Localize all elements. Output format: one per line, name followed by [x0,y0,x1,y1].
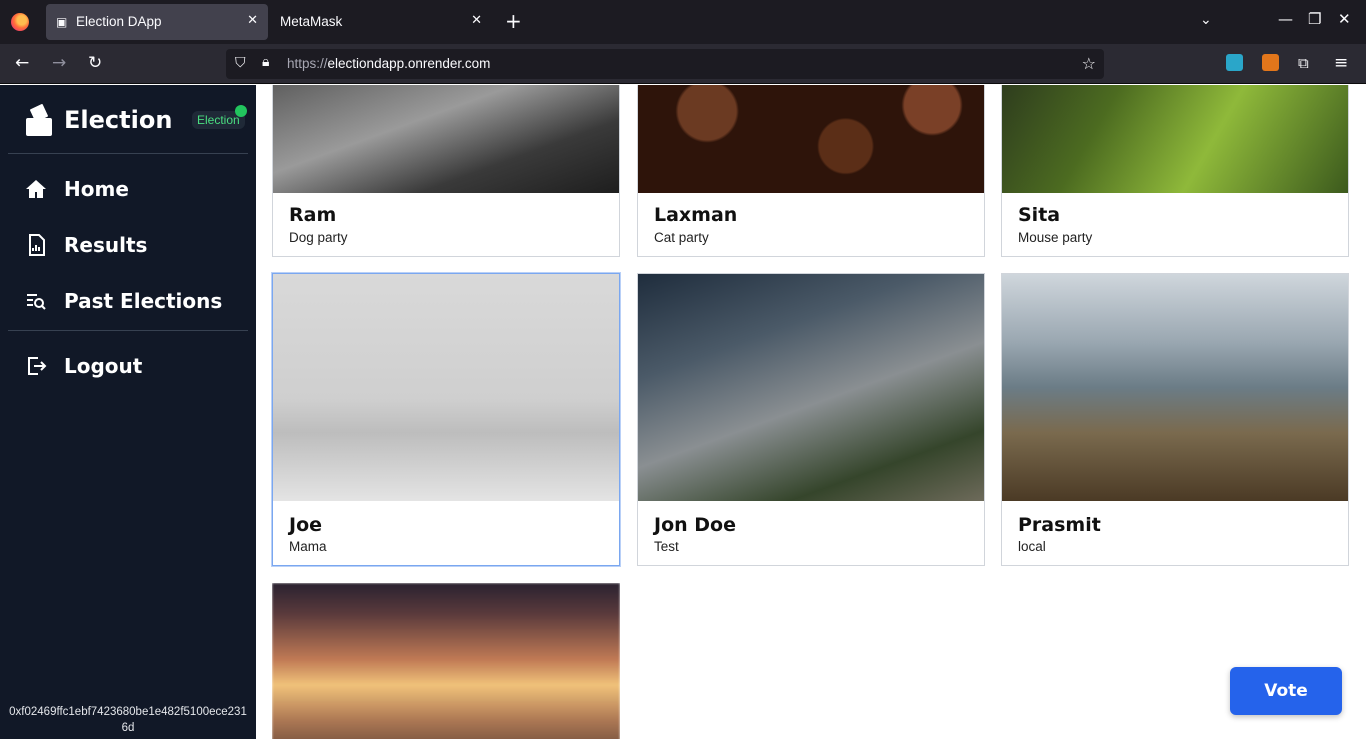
divider [8,153,248,154]
candidate-card[interactable]: Sita Mouse party [1001,85,1349,257]
brand-name: Election [64,106,173,134]
candidate-card[interactable]: Laxman Cat party [637,85,985,257]
candidate-name: Prasmit [1018,514,1101,536]
sidebar-item-label: Home [64,177,129,201]
back-icon[interactable]: ← [15,53,29,73]
ballot-favicon-icon: ▣ [56,15,68,29]
forward-icon[interactable]: → [52,53,66,73]
home-icon [26,180,46,198]
chevron-down-icon[interactable]: ⌄ [1200,12,1212,28]
sidebar-item-past-elections[interactable]: Past Elections [24,286,222,316]
sidebar-item-home[interactable]: Home [24,174,129,204]
new-tab-icon[interactable]: + [505,10,522,32]
candidate-card[interactable]: Ram Dog party [272,85,620,257]
firefox-logo-icon [11,13,29,31]
sidebar: Election Election Home Results Past Elec… [0,85,256,739]
menu-icon[interactable]: ≡ [1334,53,1348,73]
restore-icon[interactable]: ❐ [1308,10,1321,28]
reload-icon[interactable]: ↻ [88,53,102,73]
candidate-image [273,85,619,193]
candidate-party: Cat party [654,230,709,245]
candidate-name: Ram [289,204,337,226]
url-text[interactable]: https://electiondapp.onrender.com [287,56,490,71]
shield-icon[interactable]: ⛉ [235,55,246,71]
candidate-card[interactable]: Prasmit local [1001,273,1349,566]
candidate-image [1002,274,1348,501]
candidates-grid: Ram Dog party Laxman Cat party Sita Mous… [256,85,1366,739]
candidate-party: Test [654,539,679,554]
ballot-box-icon [26,103,52,136]
candidate-image [1002,85,1348,193]
candidate-image [273,274,619,501]
chart-document-icon [29,234,45,256]
lock-icon[interactable]: 🔒︎ [262,54,269,70]
metamask-fox-icon[interactable] [1262,54,1279,71]
candidate-image [272,583,620,739]
candidate-name: Joe [289,514,323,536]
tab-election-dapp[interactable]: ▣ Election DApp ✕ [46,4,268,40]
tab-title: MetaMask [280,14,343,29]
candidate-name: Sita [1018,204,1061,226]
extensions-puzzle-icon[interactable]: ⧉ [1298,54,1309,72]
close-tab-icon[interactable]: ✕ [471,13,482,28]
bookmark-star-icon[interactable]: ☆ [1082,54,1096,73]
sidebar-item-label: Logout [64,354,143,378]
candidate-name: Laxman [654,204,738,226]
sidebar-item-results[interactable]: Results [24,230,147,260]
candidate-image [638,274,984,501]
candidate-party: Mama [289,539,327,554]
browser-tab-bar: ▣ Election DApp ✕ MetaMask ✕ + ⌄ — ❐ ✕ [0,0,1366,44]
logout-icon [28,357,47,375]
tab-title: Election DApp [76,14,162,29]
wallet-address: 0xf02469ffc1ebf7423680be1e482f5100ece231… [9,706,247,734]
candidate-card[interactable] [272,583,620,739]
candidate-name: Jon Doe [654,514,736,536]
search-list-icon [27,294,46,310]
sidebar-item-label: Results [64,233,148,257]
close-tab-icon[interactable]: ✕ [247,13,258,28]
brand-logo[interactable] [26,103,52,136]
url-bar[interactable]: ⛉ 🔒︎ https://electiondapp.onrender.com ☆ [226,49,1104,79]
candidate-party: Mouse party [1018,230,1093,245]
tab-metamask[interactable]: MetaMask ✕ [270,4,492,40]
minimize-icon[interactable]: — [1278,10,1293,28]
vote-button[interactable]: Vote [1230,667,1342,715]
save-extension-icon[interactable] [1226,54,1243,71]
close-window-icon[interactable]: ✕ [1338,10,1351,28]
divider [8,330,248,331]
sidebar-item-logout[interactable]: Logout [24,351,142,381]
sidebar-item-label: Past Elections [64,289,223,313]
candidate-card-selected[interactable]: Joe Mama [272,273,620,566]
candidate-party: Dog party [289,230,348,245]
candidate-image [638,85,984,193]
candidate-card[interactable]: Jon Doe Test [637,273,985,566]
status-dot [235,105,247,117]
candidate-party: local [1018,539,1046,554]
browser-nav-bar: ← → ↻ ⛉ 🔒︎ https://electiondapp.onrender… [0,44,1366,84]
